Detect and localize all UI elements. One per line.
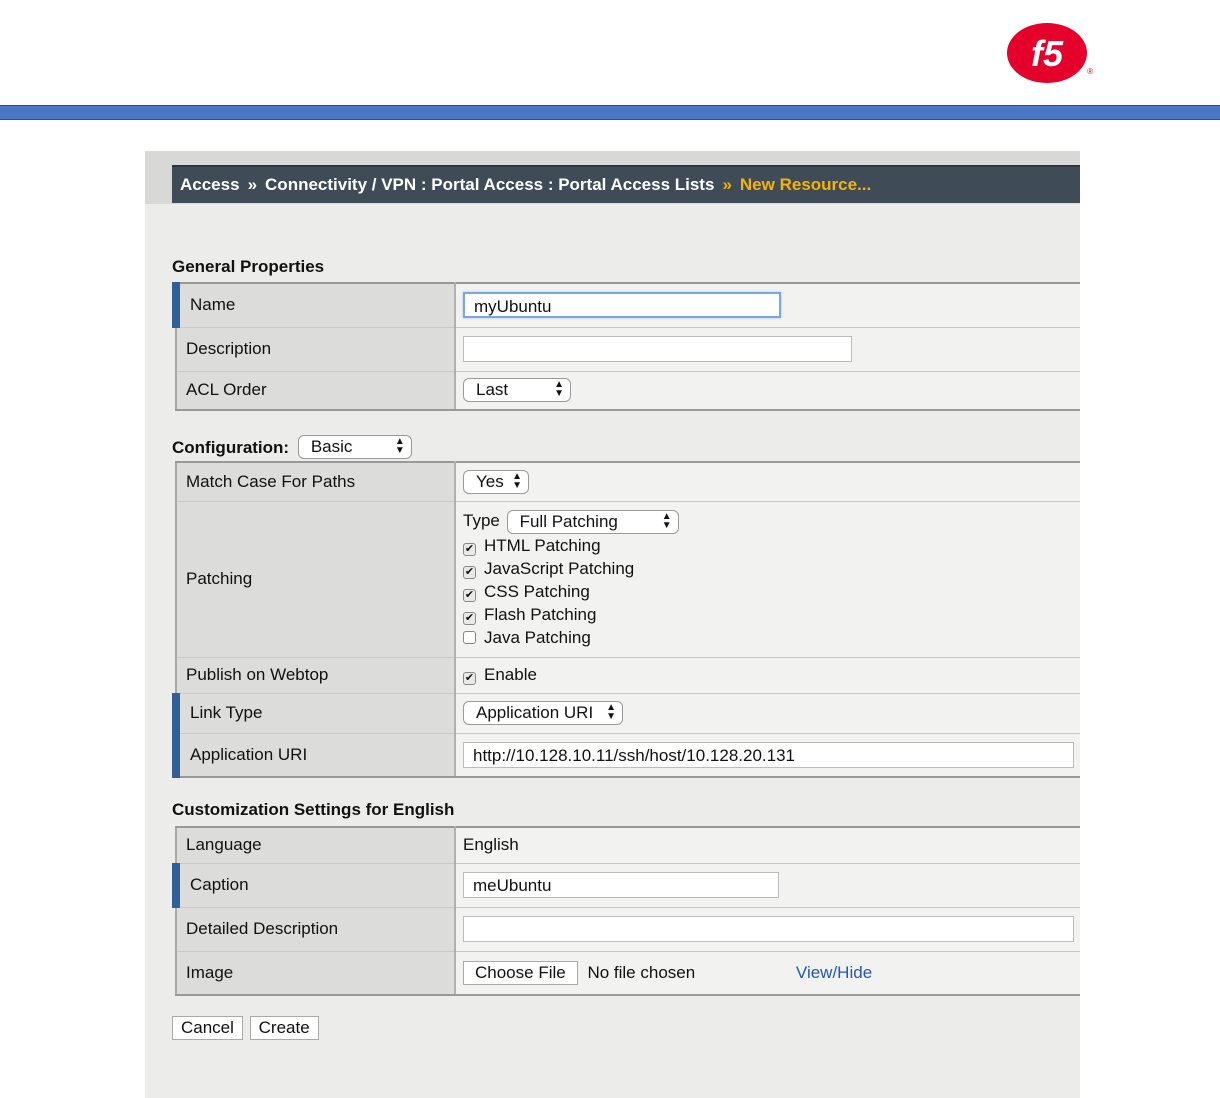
detailed-description-input[interactable] xyxy=(463,916,1074,942)
acl-order-select[interactable]: Last ▲ ▼ xyxy=(463,378,571,403)
general-properties-heading: General Properties xyxy=(172,257,325,276)
html-patching-option[interactable]: ✔ HTML Patching xyxy=(463,534,1080,557)
breadcrumb-separator: » xyxy=(722,175,732,194)
general-properties-table: Name myUbuntu Description ACL Order Last… xyxy=(172,282,1080,411)
caption-row: Caption meUbuntu xyxy=(172,863,1080,908)
publish-webtop-row: Publish on Webtop ✔ Enable xyxy=(175,657,1080,694)
description-input[interactable] xyxy=(463,336,852,362)
language-label: Language xyxy=(175,826,456,864)
configuration-heading: Configuration: Basic ▲ ▼ xyxy=(172,435,412,459)
form-buttons: Cancel Create xyxy=(172,1016,319,1040)
html-patching-label: HTML Patching xyxy=(484,535,601,555)
publish-enable-label: Enable xyxy=(484,665,537,684)
registered-mark: ® xyxy=(1087,67,1093,76)
create-button[interactable]: Create xyxy=(249,1016,319,1040)
java-patching-checkbox[interactable] xyxy=(463,630,476,644)
select-arrows-icon: ▲ ▼ xyxy=(394,436,405,456)
f5-logo: f5 ® xyxy=(1007,23,1093,83)
javascript-patching-label: JavaScript Patching xyxy=(484,558,635,578)
image-row: Image Choose File No file chosen View/Hi… xyxy=(175,951,1080,996)
detailed-description-row: Detailed Description xyxy=(175,907,1080,952)
caption-input[interactable]: meUbuntu xyxy=(463,872,779,898)
description-label: Description xyxy=(175,327,456,372)
language-value: English xyxy=(455,826,1080,864)
language-row: Language English xyxy=(175,826,1080,864)
match-case-row: Match Case For Paths Yes ▲ ▼ xyxy=(175,461,1080,502)
customization-heading: Customization Settings for English xyxy=(172,800,455,819)
patching-row: Patching Type Full Patching ▲ ▼ ✔ HTML Patc… xyxy=(175,501,1080,658)
flash-patching-label: Flash Patching xyxy=(484,604,597,624)
name-label: Name xyxy=(172,282,456,328)
configuration-table: Match Case For Paths Yes ▲ ▼ Patching Type… xyxy=(172,461,1080,778)
configuration-select[interactable]: Basic ▲ ▼ xyxy=(297,435,412,459)
patching-type-select[interactable]: Full Patching ▲ ▼ xyxy=(506,509,679,534)
name-input[interactable]: myUbuntu xyxy=(463,292,781,319)
acl-order-row: ACL Order Last ▲ ▼ xyxy=(175,371,1080,411)
flash-patching-checkbox[interactable]: ✔ xyxy=(463,611,476,625)
select-arrows-icon: ▲ ▼ xyxy=(554,379,564,400)
link-type-value: Application URI xyxy=(476,703,594,722)
breadcrumb-item-portal-access-lists[interactable]: Connectivity / VPN : Portal Access : Por… xyxy=(265,175,714,194)
match-case-select[interactable]: Yes ▲ ▼ xyxy=(463,469,529,494)
select-arrows-icon: ▲ ▼ xyxy=(512,470,522,491)
java-patching-option[interactable]: Java Patching xyxy=(463,626,1080,649)
patching-type-label: Type xyxy=(463,511,500,531)
match-case-value: Yes xyxy=(476,471,504,491)
css-patching-label: CSS Patching xyxy=(484,581,590,601)
detailed-description-label: Detailed Description xyxy=(175,907,456,952)
application-uri-input[interactable]: http://10.128.10.11/ssh/host/10.128.20.1… xyxy=(463,741,1074,768)
breadcrumb: Access » Connectivity / VPN : Portal Acces… xyxy=(172,165,1080,203)
css-patching-checkbox[interactable]: ✔ xyxy=(463,588,476,602)
breadcrumb-item-access[interactable]: Access xyxy=(180,175,240,194)
view-hide-link[interactable]: View/Hide xyxy=(796,963,872,982)
description-row: Description xyxy=(175,327,1080,372)
link-type-row: Link Type Application URI ▲ ▼ xyxy=(172,693,1080,734)
match-case-label: Match Case For Paths xyxy=(175,461,456,502)
patching-type: Type Full Patching ▲ ▼ xyxy=(463,509,1080,534)
css-patching-option[interactable]: ✔ CSS Patching xyxy=(463,580,1080,603)
select-arrows-icon: ▲ ▼ xyxy=(661,510,672,531)
select-arrows-icon: ▲ ▼ xyxy=(606,702,616,722)
link-type-select[interactable]: Application URI ▲ ▼ xyxy=(463,701,623,725)
breadcrumb-separator: » xyxy=(247,175,258,194)
publish-enable-checkbox[interactable]: ✔ xyxy=(463,672,476,685)
name-row: Name myUbuntu xyxy=(172,282,1080,328)
breadcrumb-area: Access » Connectivity / VPN : Portal Acces… xyxy=(145,151,1080,204)
java-patching-label: Java Patching xyxy=(484,627,591,647)
link-type-label: Link Type xyxy=(172,693,456,734)
application-uri-label: Application URI xyxy=(172,733,456,778)
no-file-chosen-text: No file chosen xyxy=(587,962,696,982)
image-label: Image xyxy=(175,951,456,996)
acl-order-value: Last xyxy=(476,380,509,400)
cancel-button[interactable]: Cancel xyxy=(172,1016,243,1040)
javascript-patching-option[interactable]: ✔ JavaScript Patching xyxy=(463,557,1080,580)
breadcrumb-current: New Resource... xyxy=(739,175,872,194)
javascript-patching-checkbox[interactable]: ✔ xyxy=(463,565,476,579)
choose-file-button[interactable]: Choose File xyxy=(463,960,578,985)
configuration-label: Configuration: xyxy=(172,438,290,457)
header-bar xyxy=(0,105,1220,120)
html-patching-checkbox[interactable]: ✔ xyxy=(463,542,476,556)
configuration-value: Basic xyxy=(310,437,353,456)
publish-webtop-label: Publish on Webtop xyxy=(175,657,456,694)
logo-text: f5 xyxy=(1031,33,1064,74)
caption-label: Caption xyxy=(172,863,456,908)
flash-patching-option[interactable]: ✔ Flash Patching xyxy=(463,603,1080,626)
acl-order-label: ACL Order xyxy=(175,371,456,411)
patching-type-value: Full Patching xyxy=(519,511,618,531)
application-uri-row: Application URI http://10.128.10.11/ssh/… xyxy=(172,733,1080,778)
main-panel: Access » Connectivity / VPN : Portal Acces… xyxy=(145,151,1080,1098)
customization-table: Language English Caption meUbuntu Detail… xyxy=(172,826,1080,996)
patching-label: Patching xyxy=(175,501,456,658)
